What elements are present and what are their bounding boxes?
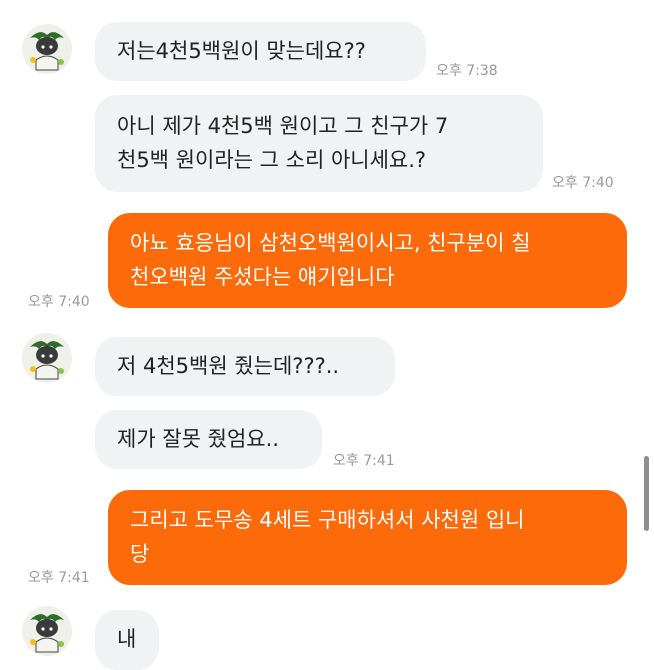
message-timestamp: 오후 7:40 xyxy=(28,294,90,310)
message-bubble-received[interactable]: 내 xyxy=(95,610,159,670)
message-bubble-sent[interactable]: 그리고 도무송 4세트 구매하셔서 사천원 입니 당 xyxy=(108,490,627,585)
message-timestamp: 오후 7:38 xyxy=(436,63,498,79)
scrollbar-thumb[interactable] xyxy=(644,456,649,531)
message-bubble-received[interactable]: 저는4천5백원이 맞는데요?? xyxy=(95,22,426,81)
message-bubble-received[interactable]: 제가 잘못 줬엄요.. xyxy=(95,410,322,469)
message-bubble-sent[interactable]: 아뇨 효응님이 삼천오백원이시고, 친구분이 칠 천오백원 주셨다는 얘기입니다 xyxy=(108,213,627,308)
character-avatar[interactable] xyxy=(22,24,72,74)
character-avatar-icon xyxy=(22,606,72,656)
message-timestamp: 오후 7:40 xyxy=(552,175,614,191)
character-avatar[interactable] xyxy=(22,606,72,656)
message-bubble-received[interactable]: 저 4천5백원 줬는데???.. xyxy=(95,337,395,396)
message-timestamp: 오후 7:41 xyxy=(28,570,90,586)
character-avatar-icon xyxy=(22,24,72,74)
character-avatar[interactable] xyxy=(22,333,72,383)
message-timestamp: 오후 7:41 xyxy=(333,453,395,469)
message-bubble-received[interactable]: 아니 제가 4천5백 원이고 그 친구가 7 천5백 원이라는 그 소리 아니세… xyxy=(95,95,543,192)
character-avatar-icon xyxy=(22,333,72,383)
